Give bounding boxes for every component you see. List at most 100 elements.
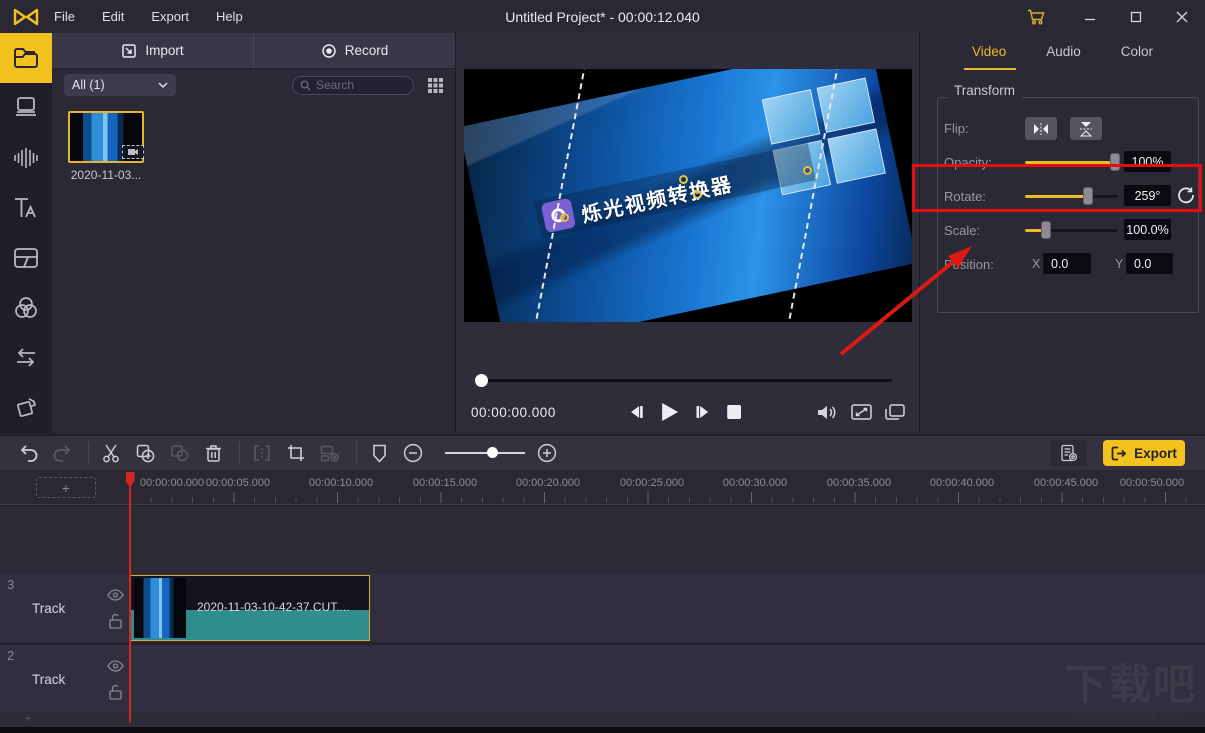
preview-video[interactable]: 烁光视频转换器 (464, 69, 912, 322)
tab-import[interactable]: Import (52, 33, 254, 68)
rotate-slider[interactable] (1025, 195, 1118, 198)
track-row-2[interactable]: 2 Track (0, 645, 1205, 713)
delete-button[interactable] (201, 441, 225, 465)
export-settings-button[interactable] (1051, 440, 1087, 466)
zoom-out-button[interactable] (401, 441, 425, 465)
scale-slider[interactable] (1025, 229, 1118, 232)
search-input[interactable]: Search (292, 76, 414, 95)
rotate-slider-handle[interactable] (1083, 187, 1093, 205)
export-button-label: Export (1134, 446, 1177, 461)
zoom-in-button[interactable] (535, 441, 559, 465)
opacity-slider-handle[interactable] (1110, 153, 1120, 171)
minimize-button[interactable] (1067, 0, 1113, 33)
ruler-label: 00:00:45.000 (1034, 477, 1098, 489)
sidebar-item-elements[interactable] (0, 83, 52, 133)
crop-button[interactable] (284, 441, 308, 465)
menu-bar: File Edit Export Help (54, 9, 243, 24)
track-visibility-icon[interactable] (107, 589, 124, 601)
flip-vertical-button[interactable] (1070, 117, 1102, 140)
scale-slider-handle[interactable] (1041, 221, 1051, 239)
duplicate-button[interactable] (133, 441, 157, 465)
media-item-label: 2020-11-03... (68, 168, 144, 182)
track-label: Track (32, 601, 65, 616)
clip-label: 2020-11-03-10-42-37.CUT.... (197, 600, 350, 614)
close-button[interactable] (1159, 0, 1205, 33)
redo-button[interactable] (50, 441, 74, 465)
volume-icon[interactable] (816, 404, 838, 421)
menu-export[interactable]: Export (151, 9, 189, 24)
seekbar-handle[interactable] (475, 374, 488, 387)
position-x-label: X (1032, 257, 1040, 271)
export-button[interactable]: Export (1103, 440, 1185, 466)
preview-timecode: 00:00:00.000 (471, 405, 556, 420)
scale-value[interactable]: 100.0% (1124, 219, 1171, 240)
sidebar-item-animation[interactable] (0, 383, 52, 433)
search-icon (300, 80, 311, 91)
menu-file[interactable]: File (54, 9, 75, 24)
menu-edit[interactable]: Edit (102, 9, 124, 24)
add-track-button[interactable]: + (36, 477, 96, 498)
next-frame-button[interactable] (695, 405, 711, 419)
track-lock-icon[interactable] (108, 684, 123, 700)
menu-help[interactable]: Help (216, 9, 243, 24)
fit-aspect-icon[interactable] (851, 404, 872, 420)
previous-frame-button[interactable] (628, 405, 644, 419)
render-settings-button[interactable] (318, 441, 342, 465)
track-visibility-icon[interactable] (107, 660, 124, 672)
media-filter-dropdown[interactable]: All (1) (64, 74, 176, 96)
store-cart-icon[interactable] (1013, 0, 1059, 33)
track-row-3[interactable]: 3 Track 2020-11-03-10-42-37.CUT.... (0, 574, 1205, 642)
tab-record[interactable]: Record (254, 33, 455, 68)
media-panel: Import Record All (1) Search (52, 33, 455, 433)
selection-handle-rotate[interactable] (679, 175, 688, 184)
timeline-ruler[interactable]: + 00:00:00.000 00:00:05.000 00:00:10.000… (0, 470, 1205, 505)
track-number: 2 (7, 648, 14, 663)
selection-handle-left[interactable] (560, 213, 569, 222)
flip-horizontal-button[interactable] (1025, 117, 1057, 140)
media-item[interactable]: 2020-11-03... (68, 111, 144, 182)
playhead[interactable] (129, 472, 131, 722)
bottom-add-hint: + (25, 713, 31, 725)
picture-in-picture-icon[interactable] (885, 404, 905, 420)
timeline-toolbar: Export (0, 435, 1205, 470)
sidebar-item-audio[interactable] (0, 133, 52, 183)
track-lock-icon[interactable] (108, 613, 123, 629)
selection-handle-center[interactable] (693, 190, 702, 199)
preview-seekbar[interactable] (478, 379, 892, 382)
rotate-label: Rotate: (944, 189, 986, 204)
transitions-icon (13, 347, 39, 369)
stop-button[interactable] (727, 405, 741, 419)
sidebar-item-split-screen[interactable] (0, 233, 52, 283)
timeline-clip[interactable]: 2020-11-03-10-42-37.CUT.... (130, 575, 370, 641)
timeline-zoom-handle[interactable] (487, 447, 498, 458)
marker-button[interactable] (367, 441, 391, 465)
position-y-field[interactable]: 0.0 (1126, 253, 1173, 274)
timeline-zoom-slider[interactable] (445, 452, 525, 454)
export-icon (1111, 446, 1127, 461)
undo-button[interactable] (16, 441, 40, 465)
rotate-reset-icon[interactable] (1177, 186, 1195, 204)
split-button[interactable] (250, 441, 274, 465)
cut-button[interactable] (99, 441, 123, 465)
sidebar-item-text[interactable] (0, 183, 52, 233)
sidebar-item-filters[interactable] (0, 283, 52, 333)
tab-color[interactable]: Color (1121, 44, 1153, 59)
sidebar (0, 33, 52, 433)
preview-stage[interactable]: 烁光视频转换器 (464, 69, 912, 322)
maximize-button[interactable] (1113, 0, 1159, 33)
rotate-value[interactable]: 259° (1124, 185, 1171, 206)
opacity-slider[interactable] (1025, 161, 1118, 164)
track-number: 3 (7, 577, 14, 592)
sidebar-item-media[interactable] (0, 33, 52, 83)
ruler-label: 00:00:15.000 (413, 477, 477, 489)
tab-video[interactable]: Video (972, 44, 1006, 59)
selection-handle-right[interactable] (803, 166, 812, 175)
grid-view-icon[interactable] (428, 78, 443, 93)
play-button[interactable] (660, 402, 679, 422)
position-x-field[interactable]: 0.0 (1043, 253, 1091, 274)
timeline-empty-lane[interactable] (0, 506, 1205, 574)
sidebar-item-transitions[interactable] (0, 333, 52, 383)
tab-audio[interactable]: Audio (1046, 44, 1081, 59)
paste-button[interactable] (167, 441, 191, 465)
opacity-value[interactable]: 100% (1124, 151, 1171, 172)
